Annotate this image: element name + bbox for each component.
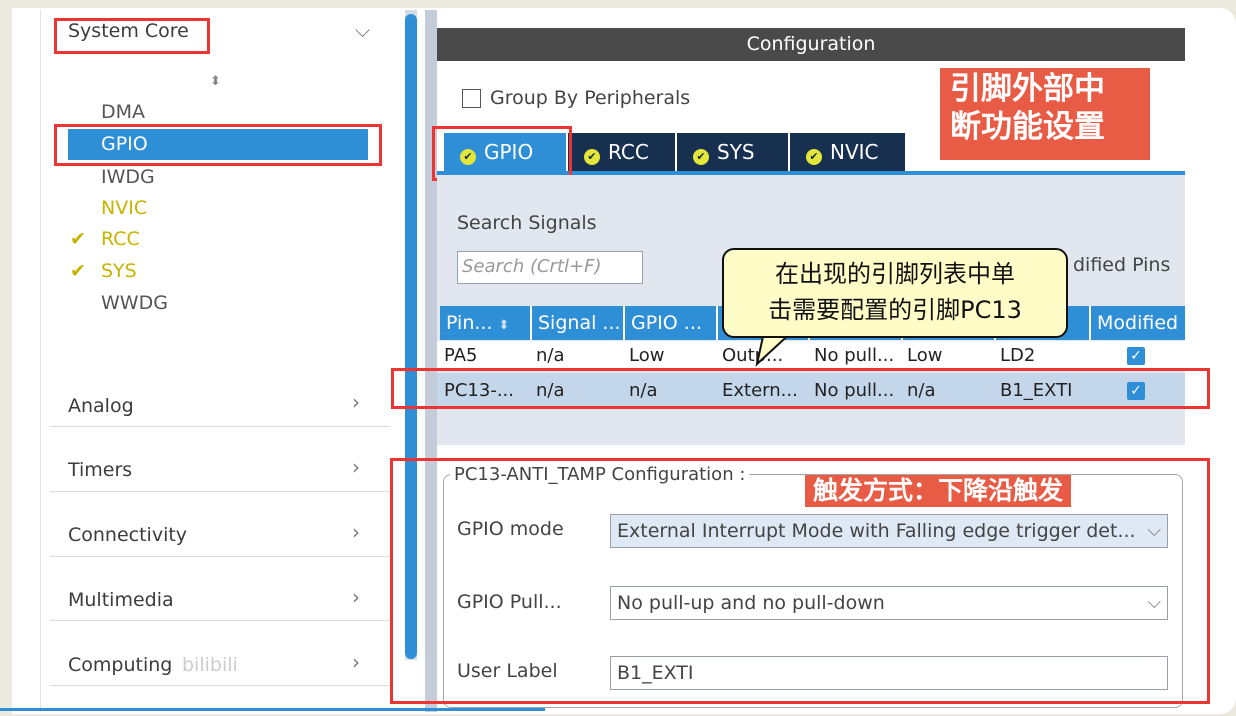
annotation-title-line2: 断功能设置 [950,109,1105,145]
divider [50,426,390,427]
bilibili-watermark: bilibili [182,654,238,676]
highlight-system-core [54,18,210,54]
sidebar-item-sys[interactable]: SYS [101,260,137,282]
chevron-right-icon[interactable]: › [352,455,360,479]
check-icon: ✔ [70,228,86,250]
col-signal[interactable]: Signal ... [532,306,625,340]
col-modified[interactable]: Modified [1091,306,1185,340]
col-gpio-output[interactable]: GPIO ... [625,306,718,340]
cell-speed: Low [907,345,943,366]
annotation-title-line1: 引脚外部中 [950,71,1105,107]
divider [50,685,390,686]
chevron-right-icon[interactable]: › [352,390,360,414]
tab-label: SYS [717,140,755,164]
sidebar-item-dma[interactable]: DMA [101,101,145,123]
tab-rcc[interactable]: ✔ RCC [568,133,675,171]
category-multimedia[interactable]: Multimedia [68,589,174,611]
col-pin[interactable]: Pin... ⬍ [440,306,532,340]
cell-pin: PA5 [444,345,478,366]
search-signals-label: Search Signals [457,212,597,234]
highlight-pc13-row [391,368,1210,409]
cell-user-label: LD2 [1000,345,1036,366]
check-icon: ✔ [693,149,709,165]
sort-icon: ⬍ [498,318,510,333]
divider [50,620,390,621]
cell-signal: n/a [536,345,565,366]
sidebar-item-rcc[interactable]: RCC [101,228,140,250]
sidebar-item-iwdg[interactable]: IWDG [101,166,155,188]
cell-output: Low [629,345,665,366]
highlight-pin-config [390,458,1210,704]
group-by-label: Group By Peripherals [490,87,691,109]
category-computing[interactable]: Computing [68,654,172,676]
col-pin-label: Pin... [446,312,493,334]
group-by-checkbox[interactable] [462,89,481,108]
bottom-accent-line [0,708,545,711]
chevron-right-icon[interactable]: › [352,520,360,544]
divider [50,491,390,492]
modified-checkbox[interactable]: ✓ [1127,347,1145,365]
check-icon: ✔ [806,149,822,165]
tab-label: NVIC [830,140,879,164]
category-analog[interactable]: Analog [68,395,134,417]
sidebar-item-wwdg[interactable]: WWDG [101,292,168,314]
check-icon: ✔ [584,149,600,165]
annotation-title: 引脚外部中 断功能设置 [940,68,1150,160]
tab-sys[interactable]: ✔ SYS [677,133,788,171]
divider [50,556,390,557]
configuration-header: Configuration [437,28,1185,61]
chevron-right-icon[interactable]: › [352,585,360,609]
sort-icon[interactable]: ⬍ [210,74,221,89]
chevron-down-icon[interactable]: ⌵ [355,18,370,42]
callout-bubble: 在出现的引脚列表中单 击需要配置的引脚PC13 [722,248,1068,338]
check-icon: ✔ [70,260,86,282]
category-connectivity[interactable]: Connectivity [68,524,187,546]
chevron-right-icon[interactable]: › [352,650,360,674]
modified-pins-label[interactable]: dified Pins [1073,254,1170,276]
sidebar-item-nvic[interactable]: NVIC [101,197,147,219]
callout-line1: 在出现的引脚列表中单 [775,260,1015,288]
highlight-gpio [54,124,382,166]
search-input[interactable]: Search (Crtl+F) [457,251,643,284]
callout-line2: 击需要配置的引脚PC13 [768,296,1022,324]
highlight-gpio-tab [432,126,572,181]
tab-label: RCC [608,140,649,164]
tab-nvic[interactable]: ✔ NVIC [790,133,905,171]
category-timers[interactable]: Timers [68,459,132,481]
